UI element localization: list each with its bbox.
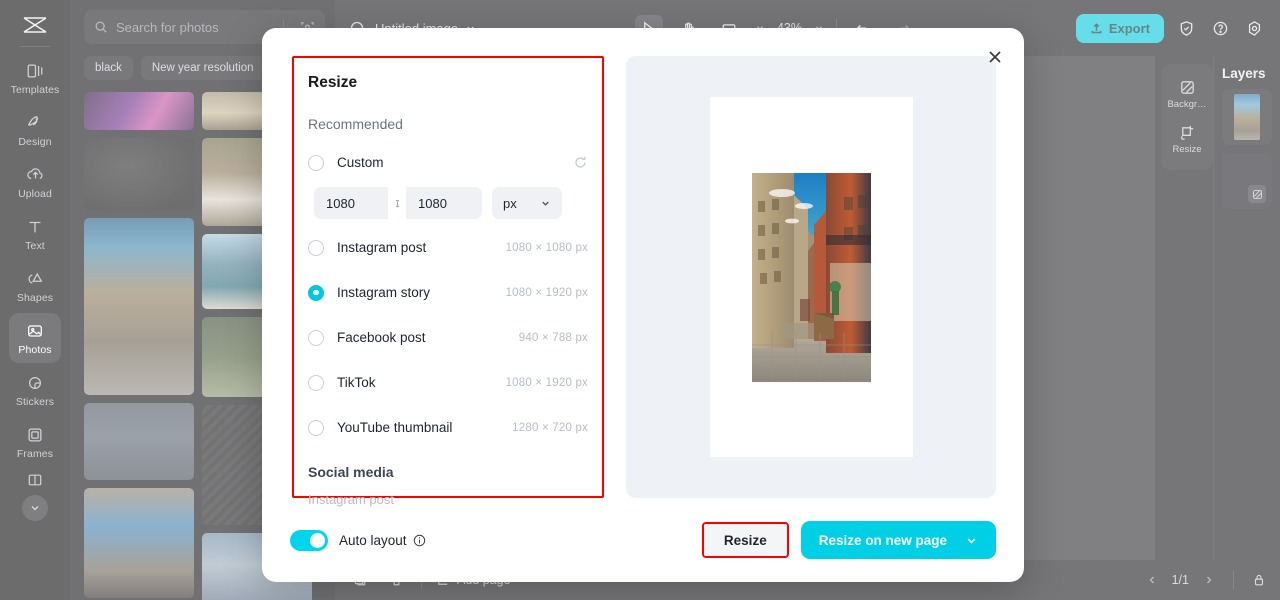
radio-instagram-story[interactable] [308,284,324,301]
option-instagram-story[interactable]: Instagram story 1080 × 1920 px [308,270,588,315]
resize-on-new-page-label: Resize on new page [818,532,947,548]
option-size: 1080 × 1920 px [505,286,588,299]
auto-layout-control[interactable]: Auto layout [290,529,426,551]
option-size: 1280 × 720 px [512,421,588,434]
preview-image [751,172,871,382]
option-label: Facebook post [337,330,426,345]
modal-body: Resize Recommended Custom 1080 1080 px I… [262,28,1024,507]
option-facebook-post[interactable]: Facebook post 940 × 788 px [308,315,588,360]
footer-actions: Resize Resize on new page [701,521,996,559]
info-icon[interactable] [413,534,426,547]
option-size: 1080 × 1080 px [505,241,588,254]
social-media-section-header: Social media [308,464,394,480]
preview-canvas[interactable] [709,97,913,457]
unit-select[interactable]: px [492,187,562,219]
width-input[interactable]: 1080 [314,187,388,219]
unit-value: px [503,195,517,211]
option-label: Instagram story [337,285,431,300]
resize-modal: Resize Recommended Custom 1080 1080 px I… [262,28,1024,582]
auto-layout-label-wrap: Auto layout [339,533,426,548]
app-root: Templates Design Upload Text Shapes Phot… [0,0,1280,600]
custom-dimensions-row: 1080 1080 px [308,187,588,219]
toggle-knob [310,532,325,548]
resize-button[interactable]: Resize [701,522,789,558]
preview-panel [626,56,996,498]
option-size: 1080 × 1920 px [505,376,588,389]
radio-custom[interactable] [308,154,324,171]
height-input[interactable]: 1080 [406,187,482,219]
recommended-section-header: Recommended [308,116,403,132]
resize-options-panel: Resize Recommended Custom 1080 1080 px I… [292,56,604,507]
auto-layout-label: Auto layout [339,532,407,548]
option-label: Instagram post [337,240,427,255]
option-label: TikTok [337,375,376,390]
option-youtube-thumbnail[interactable]: YouTube thumbnail 1280 × 720 px [308,405,588,450]
chevron-down-icon [540,198,551,209]
option-custom[interactable]: Custom [308,140,588,185]
resize-on-new-page-button[interactable]: Resize on new page [800,521,996,559]
radio-youtube-thumbnail[interactable] [308,419,324,436]
option-label: Custom [337,155,384,170]
page-title: Resize [308,74,358,91]
chevron-down-icon[interactable] [965,534,978,547]
social-media-item[interactable]: Instagram post [308,492,588,507]
option-label: YouTube thumbnail [337,420,453,435]
option-tiktok[interactable]: TikTok 1080 × 1920 px [308,360,588,405]
resize-button-label: Resize [703,524,787,556]
radio-tiktok[interactable] [308,374,324,391]
reset-icon[interactable] [573,155,588,170]
auto-layout-toggle[interactable] [290,529,328,551]
close-icon[interactable] [982,44,1008,70]
option-size: 940 × 788 px [518,331,588,344]
modal-footer: Auto layout Resize Resize on new page [262,498,1024,582]
radio-facebook-post[interactable] [308,329,324,346]
radio-instagram-post[interactable] [308,239,324,256]
link-dimensions-icon[interactable] [390,193,404,213]
option-instagram-post[interactable]: Instagram post 1080 × 1080 px [308,225,588,270]
